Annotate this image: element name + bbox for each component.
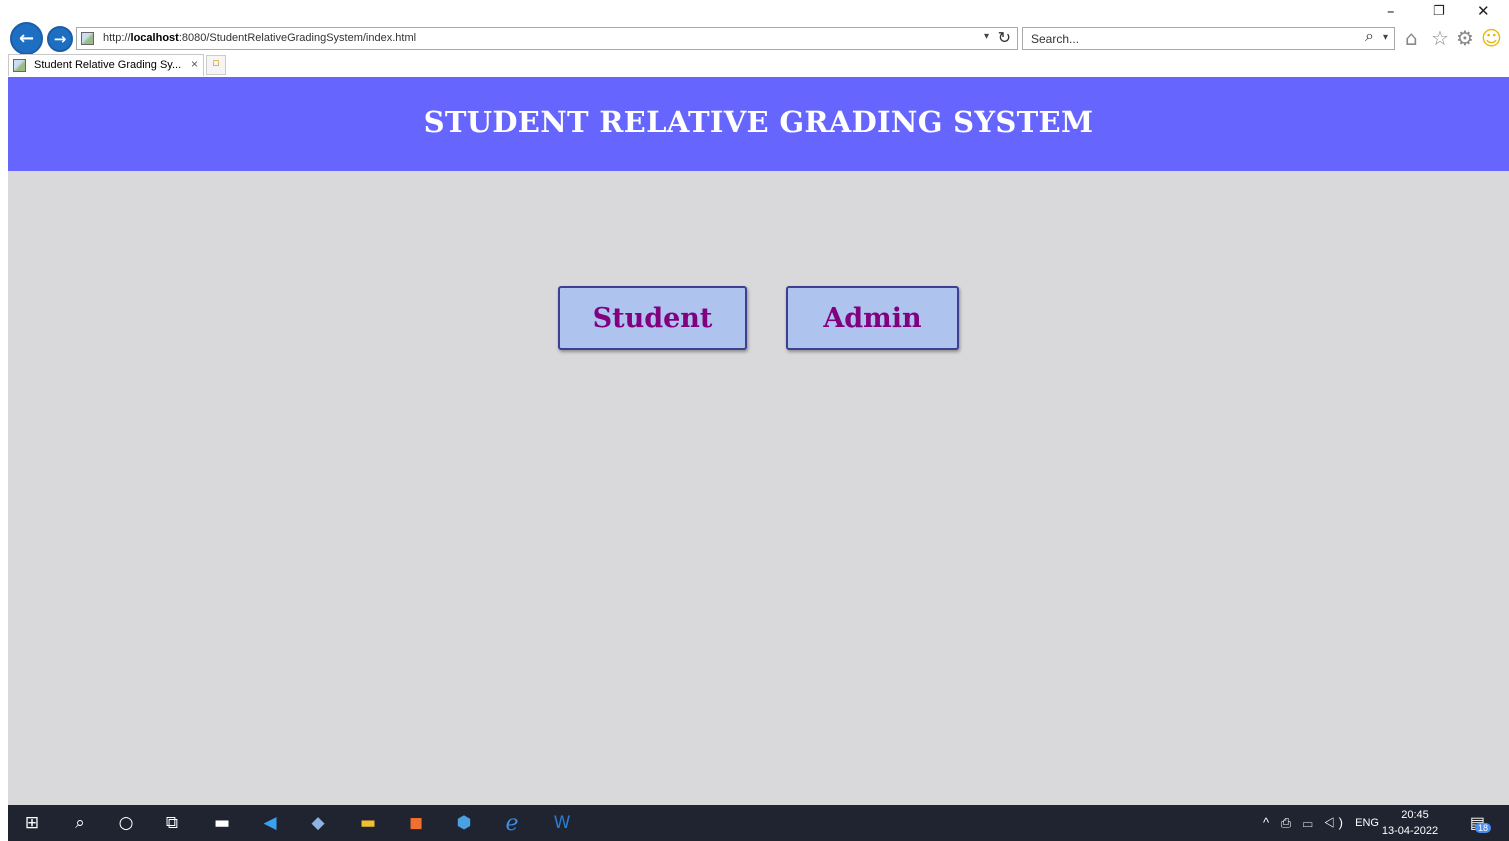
word-icon[interactable]: W	[550, 812, 574, 834]
taskbar: ⊞ ⌕ ○ ⧉ ▬ ◀ ◆ ▬ ◼ ⬢ ℯ W ^ ⎙ ▭ ◁) ENG 20:…	[8, 805, 1509, 841]
search-icon[interactable]: ⌕	[1365, 28, 1374, 46]
page-icon	[81, 32, 94, 45]
url-text: http://localhost:8080/StudentRelativeGra…	[103, 32, 417, 44]
netbeans-icon[interactable]: ⬢	[452, 812, 476, 834]
terminal-icon[interactable]: ▬	[210, 812, 234, 834]
restore-icon[interactable]: ❐	[1433, 4, 1445, 19]
back-button[interactable]: ←	[10, 22, 43, 55]
admin-button[interactable]: Admin	[786, 286, 959, 350]
search-icon[interactable]: ⌕	[68, 812, 92, 834]
home-icon[interactable]: ⌂	[1405, 26, 1418, 50]
vscode-icon[interactable]: ◀	[258, 812, 282, 834]
address-bar[interactable]: http://localhost:8080/StudentRelativeGra…	[76, 27, 1018, 50]
tray-icons[interactable]: ^ ⎙ ▭ ◁)	[1263, 815, 1347, 831]
new-tab-button[interactable]: ▫	[206, 55, 226, 75]
clock-time[interactable]: 20:45	[1385, 809, 1445, 821]
task-view-icon[interactable]: ⧉	[160, 812, 184, 834]
browser-chrome: – ❐ ✕ ← → http://localhost:8080/StudentR…	[0, 0, 1509, 77]
forward-button[interactable]: →	[47, 26, 73, 52]
chevron-down-icon[interactable]: ▾	[1383, 32, 1388, 43]
close-window-icon[interactable]: ✕	[1477, 2, 1490, 20]
page-header: STUDENT RELATIVE GRADING SYSTEM	[8, 77, 1509, 171]
cortana-icon[interactable]: ○	[114, 812, 138, 834]
smiley-feedback-icon[interactable]: ☺	[1481, 26, 1502, 50]
internet-explorer-icon[interactable]: ℯ	[500, 811, 524, 836]
page-icon	[13, 59, 26, 72]
tab-active[interactable]: Student Relative Grading Sy... ×	[8, 54, 204, 76]
page-content: STUDENT RELATIVE GRADING SYSTEM Student …	[8, 77, 1509, 805]
chevron-down-icon[interactable]: ▾	[984, 31, 989, 42]
tab-close-icon[interactable]: ×	[191, 57, 198, 71]
gear-icon[interactable]: ⚙	[1456, 26, 1474, 50]
file-explorer-icon[interactable]: ▬	[356, 812, 380, 834]
search-input[interactable]: Search... ⌕ ▾	[1022, 27, 1395, 50]
minimize-icon[interactable]: –	[1387, 2, 1395, 20]
windows-start-icon[interactable]: ⊞	[20, 812, 44, 834]
favorites-star-icon[interactable]: ☆	[1431, 26, 1449, 50]
refresh-icon[interactable]: ↻	[998, 28, 1011, 48]
page-title: STUDENT RELATIVE GRADING SYSTEM	[423, 105, 1094, 139]
clock-date[interactable]: 13-04-2022	[1375, 825, 1445, 837]
search-placeholder: Search...	[1031, 32, 1080, 46]
student-button[interactable]: Student	[558, 286, 747, 350]
xampp-icon[interactable]: ◼	[404, 812, 428, 834]
tab-title: Student Relative Grading Sy...	[34, 59, 182, 71]
notification-badge: 18	[1474, 823, 1491, 833]
app-icon[interactable]: ◆	[306, 812, 330, 834]
